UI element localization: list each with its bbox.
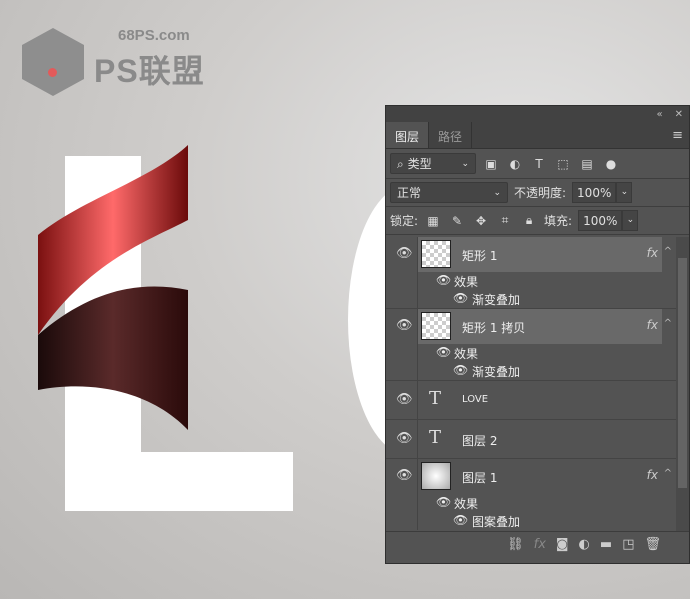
fill-input[interactable]: 100% bbox=[578, 210, 623, 231]
collapse-icon[interactable]: « bbox=[656, 109, 662, 120]
panel-menu-icon[interactable]: ≡ bbox=[672, 128, 683, 143]
filter-toggle-icon[interactable]: ● bbox=[602, 157, 620, 171]
add-mask-icon[interactable]: ◙ bbox=[556, 537, 569, 552]
type-filter-icon[interactable]: T bbox=[530, 157, 548, 171]
lock-all-icon[interactable]: 🔒︎ bbox=[520, 213, 538, 228]
scrollbar-thumb[interactable] bbox=[678, 258, 687, 488]
fx-icon[interactable]: fx bbox=[647, 318, 658, 332]
layer-item[interactable]: 👁︎ T 图层 2 bbox=[386, 420, 676, 459]
opacity-dropdown[interactable]: ⌄ bbox=[616, 182, 633, 203]
visibility-eye-icon[interactable]: 👁︎ bbox=[396, 431, 413, 446]
layer-thumbnail bbox=[421, 312, 451, 340]
visibility-eye-icon[interactable]: 👁︎ bbox=[453, 363, 468, 377]
fx-icon[interactable]: fx bbox=[647, 468, 658, 482]
visibility-eye-icon[interactable]: 👁︎ bbox=[436, 273, 451, 287]
lock-label: 锁定: bbox=[390, 214, 419, 228]
fill-label: 填充: bbox=[544, 214, 573, 228]
link-layers-icon[interactable]: ⛓︎ bbox=[507, 537, 524, 552]
visibility-eye-icon[interactable]: 👁︎ bbox=[396, 392, 413, 407]
opacity-input[interactable]: 100% bbox=[572, 182, 617, 203]
layer-list: 👁︎ 矩形 1 fx ^ 👁︎ 效果 👁︎ 渐变叠加 👁︎ 矩形 1 拷贝 fx ^ 👁︎ 效果 … bbox=[386, 237, 676, 531]
filter-kind-select[interactable]: ⌕ 类型 ⌄ bbox=[390, 153, 476, 174]
logo-url: 68PS.com bbox=[118, 27, 190, 44]
lock-brush-icon[interactable]: ✎ bbox=[448, 214, 466, 228]
new-group-folder-icon[interactable]: ▬ bbox=[600, 537, 612, 552]
logo-icon bbox=[22, 28, 84, 96]
logo-name: PS联盟 bbox=[94, 53, 205, 89]
visibility-eye-icon[interactable]: 👁︎ bbox=[396, 318, 413, 333]
search-icon: ⌕ bbox=[397, 157, 404, 171]
visibility-eye-icon[interactable]: 👁︎ bbox=[453, 291, 468, 305]
close-icon[interactable]: ✕ bbox=[675, 109, 683, 120]
lock-move-icon[interactable]: ✥ bbox=[472, 214, 490, 228]
new-layer-icon[interactable]: ◳ bbox=[622, 537, 634, 552]
new-adjustment-icon[interactable]: ◐ bbox=[579, 537, 590, 552]
letter-l-foot bbox=[65, 452, 293, 511]
lock-transparent-icon[interactable]: ▦ bbox=[424, 214, 442, 228]
expand-caret-icon[interactable]: ^ bbox=[664, 246, 672, 257]
layer-item[interactable]: 👁︎ 矩形 1 fx ^ 👁︎ 效果 👁︎ 渐变叠加 bbox=[386, 237, 676, 309]
red-ribbon bbox=[38, 145, 188, 430]
expand-caret-icon[interactable]: ^ bbox=[664, 468, 672, 479]
tab-paths[interactable]: 路径 bbox=[429, 122, 473, 148]
layer-item[interactable]: 👁︎ 图层 1 fx ^ 👁︎ 效果 👁︎ 图案叠加 bbox=[386, 459, 676, 530]
text-layer-icon: T bbox=[429, 427, 442, 448]
opacity-label: 不透明度: bbox=[514, 186, 567, 200]
visibility-eye-icon[interactable]: 👁︎ bbox=[436, 345, 451, 359]
visibility-eye-icon[interactable]: 👁︎ bbox=[396, 246, 413, 261]
logo-dot bbox=[48, 68, 57, 77]
add-style-fx-icon[interactable]: fx bbox=[534, 537, 546, 552]
delete-trash-icon[interactable]: 🗑︎ bbox=[644, 537, 661, 552]
visibility-eye-icon[interactable]: 👁︎ bbox=[453, 513, 468, 527]
visibility-eye-icon[interactable]: 👁︎ bbox=[396, 468, 413, 483]
lock-artboard-icon[interactable]: ⌗ bbox=[496, 213, 514, 228]
layer-thumbnail bbox=[421, 240, 451, 268]
expand-caret-icon[interactable]: ^ bbox=[664, 318, 672, 329]
adjustment-filter-icon[interactable]: ◐ bbox=[506, 157, 524, 171]
fx-icon[interactable]: fx bbox=[647, 246, 658, 260]
layer-thumbnail bbox=[421, 462, 451, 490]
smart-object-filter-icon[interactable]: ▤ bbox=[578, 157, 596, 171]
shape-filter-icon[interactable]: ⬚ bbox=[554, 157, 572, 171]
layer-item[interactable]: 👁︎ T LOVE bbox=[386, 381, 676, 420]
tab-layers[interactable]: 图层 bbox=[386, 122, 430, 148]
layer-item[interactable]: 👁︎ 矩形 1 拷贝 fx ^ 👁︎ 效果 👁︎ 渐变叠加 bbox=[386, 309, 676, 381]
text-layer-icon: T bbox=[429, 388, 442, 409]
image-filter-icon[interactable]: ▣ bbox=[482, 157, 500, 171]
layers-panel: « ✕ 图层 路径 ≡ ⌕ 类型 ⌄ ▣ ◐ T ⬚ ▤ ● 正常 ⌄ 不透明度: 1… bbox=[385, 105, 690, 564]
blend-mode-select[interactable]: 正常 ⌄ bbox=[390, 182, 508, 203]
visibility-eye-icon[interactable]: 👁︎ bbox=[436, 495, 451, 509]
fill-dropdown[interactable]: ⌄ bbox=[622, 210, 639, 231]
